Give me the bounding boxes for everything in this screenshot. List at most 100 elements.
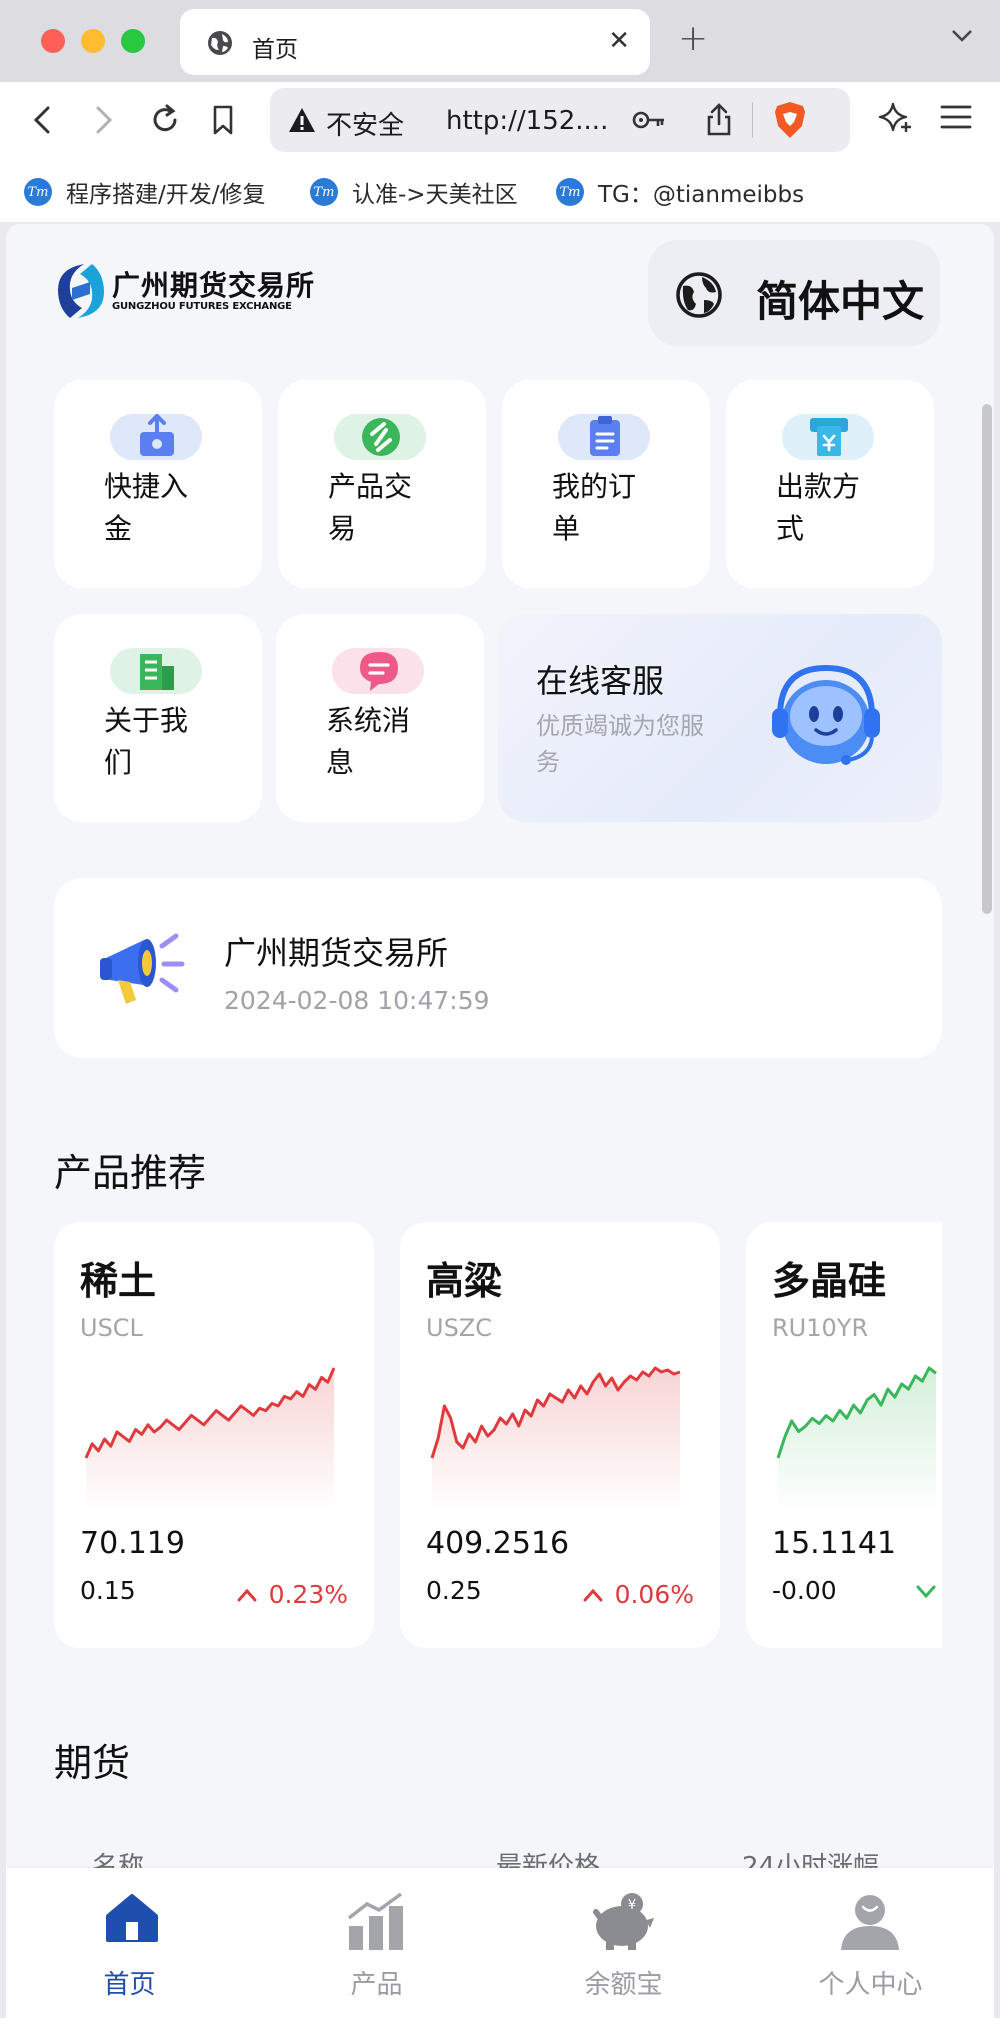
quick-action-withdraw[interactable]: 出款方式 [726,380,934,588]
bookmarks-bar: Tm 程序搭建/开发/修复 Tm 认准->天美社区 Tm TG：@tianmei… [0,162,1000,222]
bookmark-item[interactable]: Tm 程序搭建/开发/修复 [24,174,266,210]
trade-icon [334,414,426,460]
product-carousel[interactable]: 稀土 USCL 70.119 0.15 0.23% 高粱 USZC 409.25… [54,1222,942,1648]
bookmark-item[interactable]: Tm 认准->天美社区 [310,174,518,210]
quick-action-messages[interactable]: 系统消息 [276,614,484,822]
address-bar[interactable]: 不安全 http://152.... [270,88,850,152]
section-title-futures: 期货 [54,1741,131,1785]
quick-action-label: 我的订单 [552,470,637,545]
megaphone-icon [96,924,196,1018]
product-code: USZC [426,1314,492,1342]
quick-action-orders[interactable]: 我的订单 [502,380,710,588]
product-change-percent: 0.23% [237,1580,348,1609]
url-text[interactable]: http://152.... [446,106,608,136]
nav-home[interactable]: 首页 [6,1868,253,2018]
language-selector[interactable]: 简体中文 [648,240,940,346]
message-icon [332,648,424,694]
quick-action-label: 系统消息 [326,704,411,779]
tab-title: 首页 [252,37,298,63]
piggy-bank-icon: ¥ [592,1890,656,1956]
product-card[interactable]: 稀土 USCL 70.119 0.15 0.23% [54,1222,374,1648]
exchange-logo-icon [58,264,104,318]
product-price: 70.119 [80,1526,185,1561]
product-sparkline [430,1366,681,1512]
logo-chinese-name: 广州期货交易所 [112,268,316,302]
globe-icon [206,29,234,61]
quick-action-trade[interactable]: 产品交易 [278,380,486,588]
home-icon [104,1890,160,1950]
minimize-window-button[interactable] [81,29,105,53]
arrow-down-icon [916,1584,936,1603]
globe-icon [674,270,724,324]
product-code: RU10YR [772,1314,869,1342]
browser-tab[interactable]: 首页 ✕ [180,9,650,75]
sparkline-area [86,1368,334,1512]
nav-products[interactable]: 产品 [253,1868,500,2018]
bookmark-label: 认准->天美社区 [352,182,518,208]
percent-value: 0.23% [268,1580,348,1609]
warning-icon[interactable] [288,107,316,137]
nav-profile[interactable]: 个人中心 [747,1868,994,2018]
announcement-title: 广州期货交易所 [224,934,449,972]
bookmark-item[interactable]: Tm TG：@tianmeibbs [556,174,804,210]
announcement-card[interactable]: 广州期货交易所 2024-02-08 10:47:59 [54,878,942,1058]
page-viewport: 广州期货交易所 GUNGZHOU FUTURES EXCHANGE 简体中文 快… [6,224,994,2018]
quick-action-label: 出款方式 [776,470,861,545]
sparkle-icon[interactable] [878,100,914,140]
quick-action-deposit[interactable]: 快捷入金 [54,380,262,588]
deposit-icon [110,414,202,460]
menu-icon[interactable] [940,102,972,136]
product-change-percent: 0.06% [583,1580,694,1609]
online-service-card[interactable]: 在线客服 优质竭诚为您服务 [498,614,942,822]
product-card[interactable]: 高粱 USZC 409.2516 0.25 0.06% [400,1222,720,1648]
security-label[interactable]: 不安全 [326,105,404,142]
service-subtitle: 优质竭诚为您服务 [536,712,704,776]
section-title-recommend: 产品推荐 [54,1151,207,1195]
product-sparkline [776,1366,937,1512]
announcement-date: 2024-02-08 10:47:59 [224,986,490,1015]
close-tab-icon[interactable]: ✕ [608,26,630,56]
percent-value: 0.06% [614,1580,694,1609]
arrow-up-icon [583,1588,603,1601]
quick-action-about[interactable]: 关于我们 [54,614,262,822]
product-price: 15.1141 [772,1526,897,1561]
sparkline-area [778,1368,936,1512]
nav-yuebao[interactable]: ¥ 余额宝 [500,1868,747,2018]
maximize-window-button[interactable] [121,29,145,53]
quick-action-label: 关于我们 [104,704,189,779]
nav-label: 产品 [350,1970,403,2000]
chevron-down-icon[interactable] [950,28,974,48]
nav-label: 个人中心 [818,1970,923,2000]
brave-shield-icon[interactable] [772,100,808,144]
sparkline-area [432,1368,680,1512]
site-logo[interactable]: 广州期货交易所 GUNGZHOU FUTURES EXCHANGE [54,260,315,322]
bookmark-label: TG：@tianmeibbs [598,182,805,208]
key-icon[interactable] [632,108,666,136]
bookmark-icon[interactable] [210,102,236,142]
arrow-up-icon [237,1588,257,1601]
product-name: 多晶硅 [772,1259,887,1303]
quick-action-label: 快捷入金 [104,470,189,545]
product-change: 0.15 [80,1576,136,1605]
product-name: 高粱 [426,1259,503,1303]
quick-action-label: 产品交易 [328,470,413,545]
nav-label: 首页 [103,1970,156,2000]
language-label: 简体中文 [756,277,925,326]
product-card[interactable]: 多晶硅 RU10YR 15.1141 -0.00 [746,1222,942,1648]
product-price: 409.2516 [426,1526,570,1561]
product-name: 稀土 [80,1259,157,1303]
url-divider [752,102,753,138]
new-tab-button[interactable]: + [678,18,708,59]
browser-toolbar: 不安全 http://152.... [0,82,1000,162]
tm-logo-icon: Tm [556,178,584,206]
page-scrollbar[interactable] [982,404,992,914]
reload-icon[interactable] [148,102,182,142]
close-window-button[interactable] [41,29,65,53]
forward-icon[interactable] [90,102,116,142]
service-title: 在线客服 [536,662,665,700]
tm-logo-icon: Tm [310,178,338,206]
bottom-navigation: 首页 产品 ¥ 余额宝 个人中心 [6,1868,994,2018]
share-icon[interactable] [704,102,734,142]
back-icon[interactable] [30,102,56,142]
product-sparkline [84,1367,336,1512]
